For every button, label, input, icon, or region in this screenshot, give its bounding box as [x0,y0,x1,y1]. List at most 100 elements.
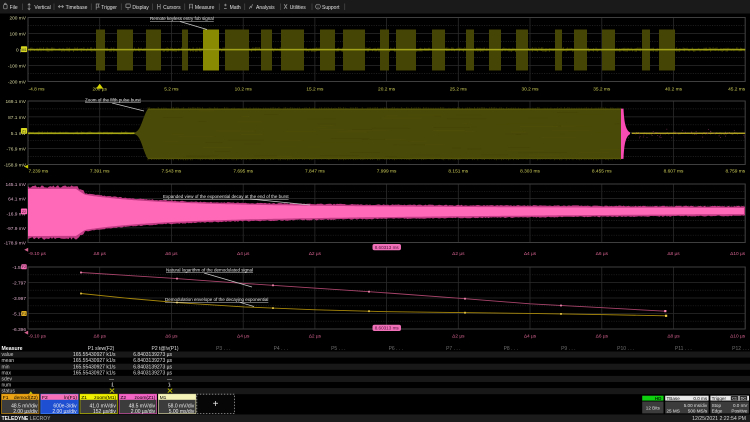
svg-text:12/25/2021 2:22:54 PM: 12/25/2021 2:22:54 PM [692,416,746,422]
svg-text:152 µs/div: 152 µs/div [93,409,116,415]
svg-text:zoom(Z1): zoom(Z1) [134,395,155,401]
svg-text:8.151 ms: 8.151 ms [448,168,468,174]
svg-text:P10 . . .: P10 . . . [617,346,634,352]
svg-text:6.8403139273 µs: 6.8403139273 µs [133,370,172,376]
svg-text:-158.9 mV: -158.9 mV [4,163,27,169]
svg-text:Zoom of the fifth pulse burst: Zoom of the fifth pulse burst [85,98,142,103]
svg-text:Δ6 µs: Δ6 µs [596,334,609,340]
svg-text:Δ8 µs: Δ8 µs [667,251,680,257]
svg-text:5.2 ms: 5.2 ms [164,86,179,92]
svg-text:Analysis: Analysis [256,5,275,11]
svg-text:5.00 ms/div: 5.00 ms/div [169,409,195,415]
svg-text:M1: M1 [160,395,167,401]
svg-text:Δ2 µs: Δ2 µs [309,334,322,340]
svg-text:Δ6 µs: Δ6 µs [596,251,609,257]
svg-text:F2: F2 [22,265,26,269]
svg-text:Δ8 µs: Δ8 µs [94,334,107,340]
svg-text:min: min [2,364,10,370]
svg-text:Cursors: Cursors [163,5,181,11]
svg-text:TELEDYNE LECROY: TELEDYNE LECROY [2,416,52,422]
svg-text:8.60313 ms: 8.60313 ms [375,326,400,331]
svg-text:Vertical: Vertical [34,5,50,11]
svg-text:max: max [2,370,12,376]
svg-text:Support: Support [322,5,340,11]
svg-text:-4.8 ms: -4.8 ms [29,86,46,92]
svg-text:P11 . . .: P11 . . . [675,346,692,352]
svg-text:Δ4 µs: Δ4 µs [237,251,250,257]
svg-text:8.759 ms: 8.759 ms [725,168,745,174]
svg-text:status: status [2,389,16,395]
svg-text:-100 mV: -100 mV [8,64,27,70]
svg-text:Trigger: Trigger [101,5,117,11]
svg-text:P2 t@lv(P1): P2 t@lv(P1) [151,346,178,352]
svg-text:8.60313 ms: 8.60313 ms [375,245,400,250]
svg-text:P8 . . .: P8 . . . [504,346,518,352]
svg-text:Natural logarithm of the demod: Natural logarithm of the demodulated sig… [166,268,253,273]
svg-text:sdev: sdev [2,377,13,383]
svg-text:P1 slew(F2): P1 slew(F2) [88,346,115,352]
svg-text:165.55430927 k1/s: 165.55430927 k1/s [73,352,116,358]
svg-text:-3.997: -3.997 [12,296,26,302]
svg-text:P5 . . .: P5 . . . [331,346,345,352]
svg-text:25 MS: 25 MS [667,409,680,414]
svg-text:Δ8 µs: Δ8 µs [667,334,680,340]
svg-text:-178.9 mV: -178.9 mV [4,241,27,247]
svg-text:Utilities: Utilities [290,5,307,11]
svg-text:2.00 µs/div: 2.00 µs/div [52,409,77,415]
svg-text:-9.10 µs: -9.10 µs [29,251,47,257]
svg-text:200 mV: 200 mV [9,16,26,22]
svg-text:File: File [10,5,18,11]
svg-text:5.00 ms/div: 5.00 ms/div [684,403,708,408]
svg-text:100 mV: 100 mV [9,32,26,38]
svg-text:7.999 ms: 7.999 ms [377,168,397,174]
svg-text:P9 . . .: P9 . . . [561,346,575,352]
svg-text:500 MS/s: 500 MS/s [688,409,708,414]
svg-text:C1: C1 [732,397,737,401]
svg-text:Δ4 µs: Δ4 µs [237,334,250,340]
svg-text:8.607 ms: 8.607 ms [664,168,684,174]
svg-text:12 Bits: 12 Bits [646,406,661,411]
svg-text:Timebase: Timebase [66,5,88,11]
svg-text:165.55430927 k1/s: 165.55430927 k1/s [73,358,116,364]
svg-text:45.2 ms: 45.2 ms [728,86,746,92]
svg-text:TBase: TBase [667,396,681,401]
svg-text:2.00 µs/div: 2.00 µs/div [13,409,38,415]
svg-text:-97.9 mV: -97.9 mV [7,226,27,232]
svg-text:35.2 ms: 35.2 ms [593,86,611,92]
svg-text:Math: Math [230,5,241,11]
svg-text:P7 . . .: P7 . . . [446,346,460,352]
svg-text:8.455 ms: 8.455 ms [592,168,612,174]
svg-text:P6 . . .: P6 . . . [389,346,403,352]
svg-text:10.2 ms: 10.2 ms [235,86,253,92]
svg-text:Δ6 µs: Δ6 µs [165,334,178,340]
svg-text:20.2 ms: 20.2 ms [378,86,396,92]
svg-text:87.1 mV: 87.1 mV [8,115,27,121]
svg-text:40.2 ms: 40.2 ms [665,86,683,92]
svg-text:—: — [109,377,114,383]
svg-text:Remote keyless entry fob signa: Remote keyless entry fob signal [150,16,214,21]
svg-text:Δ10 µs: Δ10 µs [730,334,746,340]
svg-text:+: + [213,399,219,410]
svg-text:Δ6 µs: Δ6 µs [165,251,178,257]
svg-text:-76.9 mV: -76.9 mV [7,147,27,153]
svg-text:Stop: Stop [712,403,722,408]
svg-text:ln(F1): ln(F1) [64,395,77,401]
svg-text:Δ2 µs: Δ2 µs [309,251,322,257]
svg-text:Edge: Edge [712,409,723,414]
svg-text:-2.797: -2.797 [12,281,26,287]
svg-text:165.55430927 k1/s: 165.55430927 k1/s [73,370,116,376]
svg-text:64.1 mV: 64.1 mV [8,197,27,203]
svg-text:Z2: Z2 [120,395,126,401]
svg-text:P12 . . .: P12 . . . [732,346,749,352]
svg-text:Δ8 µs: Δ8 µs [94,251,107,257]
svg-text:F2: F2 [42,395,48,401]
svg-text:Display: Display [132,5,149,11]
svg-text:169.1 mV: 169.1 mV [5,99,26,105]
svg-text:M1: M1 [22,48,27,52]
svg-text:7.543 ms: 7.543 ms [162,168,182,174]
svg-text:F1: F1 [3,395,9,401]
svg-text:Expanded view of the exponenti: Expanded view of the exponential decay a… [163,194,289,199]
svg-text:30.2 ms: 30.2 ms [521,86,539,92]
svg-text:DC: DC [741,397,747,401]
svg-text:Measure: Measure [2,346,23,352]
